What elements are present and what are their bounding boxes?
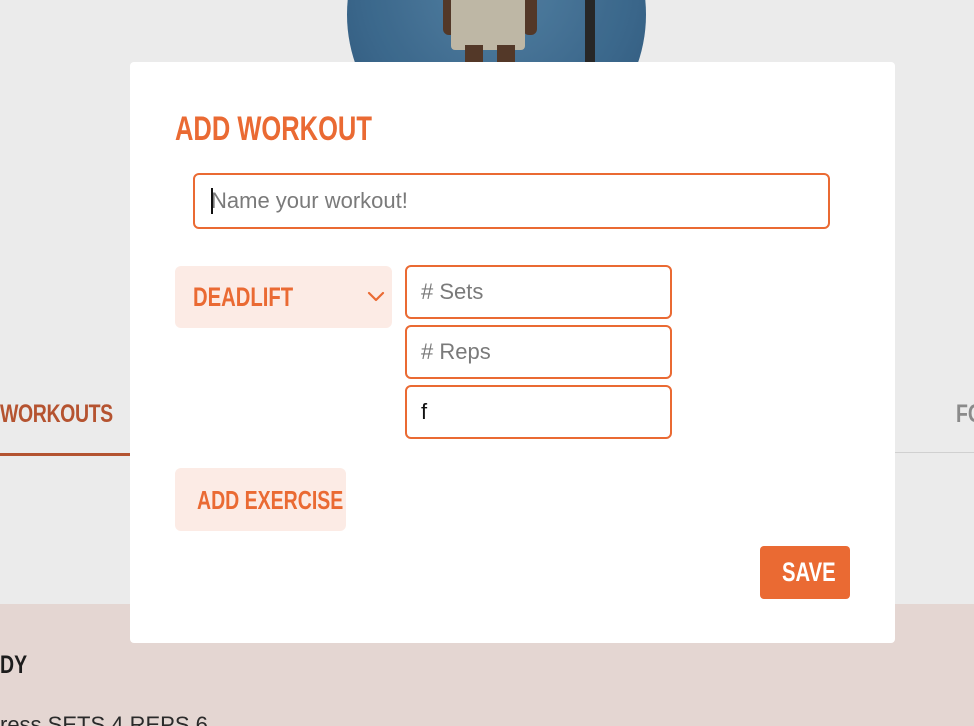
add-workout-modal: ADD WORKOUT DEADLIFT ADD EXERCISE SAVE <box>130 62 895 643</box>
add-exercise-button[interactable]: ADD EXERCISE <box>175 468 346 531</box>
save-label: SAVE <box>782 557 836 587</box>
tab-workouts-label: WORKOUTS <box>0 400 113 428</box>
tab-workouts[interactable]: WORKOUTS <box>0 398 130 456</box>
page: WORKOUTS FO DY ress SETS 4 REPS 6 ADD WO… <box>0 0 974 726</box>
text-caret <box>211 188 213 214</box>
chevron-down-icon <box>367 291 385 302</box>
workout-exercise-line: ress SETS 4 REPS 6 <box>0 712 208 726</box>
tab-partial-right[interactable]: FO <box>956 400 974 429</box>
weight-input[interactable] <box>405 385 672 439</box>
sets-input[interactable] <box>405 265 672 319</box>
workout-card-title: DY <box>0 651 28 679</box>
modal-title: ADD WORKOUT <box>175 110 372 148</box>
exercise-select[interactable]: DEADLIFT <box>175 266 392 328</box>
workout-name-input[interactable] <box>193 173 830 229</box>
save-button[interactable]: SAVE <box>760 546 850 599</box>
add-exercise-label: ADD EXERCISE <box>197 485 344 515</box>
exercise-select-value: DEADLIFT <box>193 282 294 312</box>
reps-input[interactable] <box>405 325 672 379</box>
